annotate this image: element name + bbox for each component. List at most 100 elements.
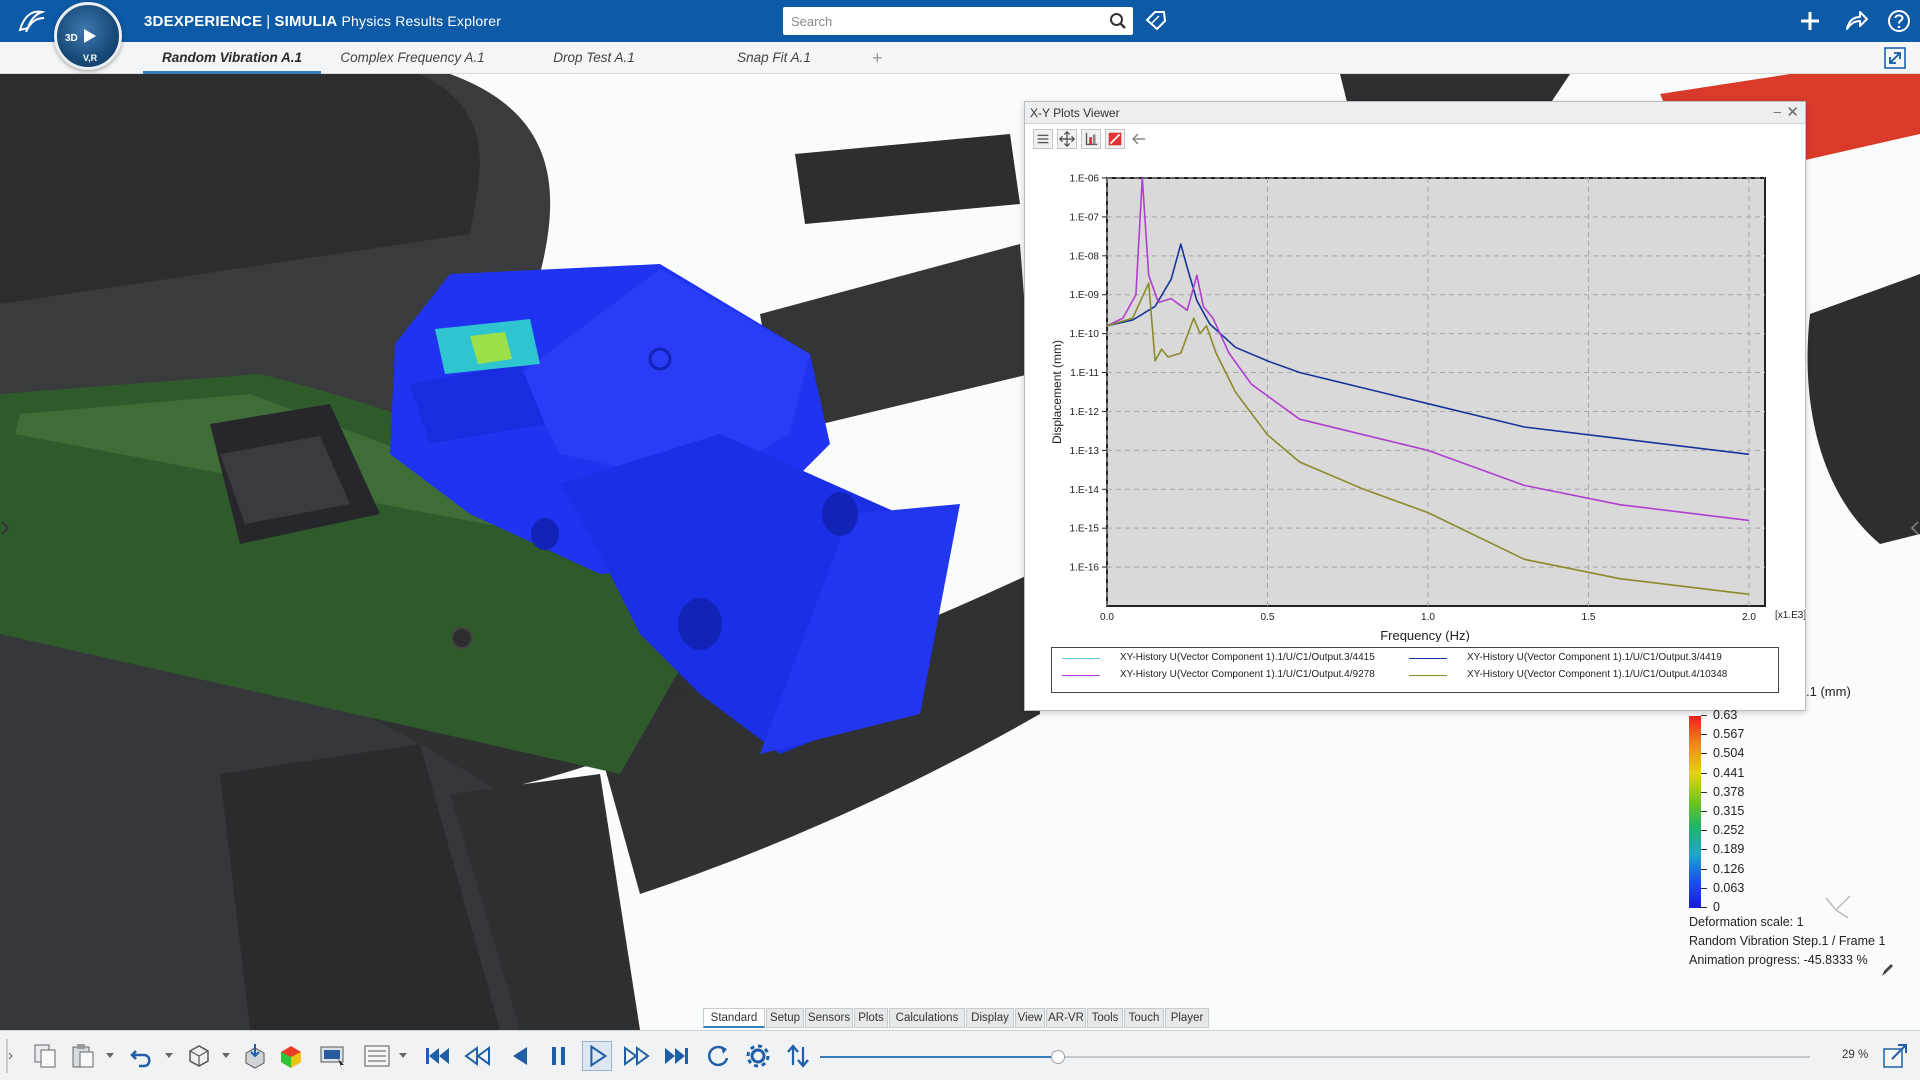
- compass-3d-label: 3D: [65, 33, 78, 44]
- axis-options-icon[interactable]: [1081, 129, 1101, 149]
- undo-icon[interactable]: [127, 1041, 157, 1071]
- xy-viewer-header[interactable]: X-Y Plots Viewer – ✕: [1025, 102, 1805, 124]
- tag-icon[interactable]: [1144, 9, 1168, 33]
- product-label: SIMULIA: [274, 13, 338, 30]
- tab-ar-vr[interactable]: AR-VR: [1046, 1008, 1086, 1028]
- paste-dropdown-icon[interactable]: [106, 1053, 114, 1058]
- animation-progress-slider[interactable]: [820, 1050, 1810, 1064]
- progress-handle[interactable]: [1050, 1050, 1065, 1064]
- y-tick-label: 1.E-15: [1070, 524, 1100, 535]
- export-icon[interactable]: [1880, 1041, 1910, 1071]
- compass-play-icon[interactable]: [84, 29, 96, 43]
- play-icon[interactable]: [582, 1041, 612, 1071]
- xy-viewer-title: X-Y Plots Viewer: [1030, 106, 1120, 120]
- pencil-icon[interactable]: [1880, 962, 1894, 978]
- search-input[interactable]: [791, 11, 1091, 31]
- progress-fill: [820, 1056, 1058, 1058]
- y-axis-label: Displacement (mm): [1050, 340, 1064, 444]
- jump-to-start-icon[interactable]: [422, 1041, 452, 1071]
- player-options-icon[interactable]: [783, 1041, 813, 1071]
- tab-snap-fit[interactable]: Snap Fit A.1: [716, 42, 832, 74]
- colorbar-tick-label: 0.126: [1700, 861, 1745, 876]
- tab-view[interactable]: View: [1015, 1008, 1045, 1028]
- drone-arm-right: [1807, 274, 1920, 544]
- loop-icon[interactable]: [703, 1041, 733, 1071]
- tab-calculations[interactable]: Calculations: [889, 1008, 965, 1028]
- rewind-icon[interactable]: [462, 1041, 492, 1071]
- back-arrow-icon[interactable]: [1129, 129, 1149, 149]
- contour-icon[interactable]: [276, 1041, 306, 1071]
- compass-widget[interactable]: 3D V,R: [54, 2, 122, 70]
- help-icon[interactable]: [1886, 8, 1912, 34]
- tab-tools[interactable]: Tools: [1087, 1008, 1123, 1028]
- chevron-right-icon[interactable]: [0, 518, 12, 538]
- x-tick-labels: 0.0 0.5 1.0 1.5 2.0: [1100, 612, 1756, 623]
- x-tick-label: 1.5: [1582, 612, 1596, 623]
- search-icon[interactable]: [1109, 12, 1127, 30]
- y-tick-label: 1.E-16: [1070, 563, 1100, 574]
- dassault-logo[interactable]: [14, 6, 48, 36]
- legend-swatch: [1062, 675, 1100, 676]
- jump-to-end-icon[interactable]: [662, 1041, 692, 1071]
- collapse-toolbar-icon[interactable]: [4, 1035, 14, 1077]
- tab-random-vibration[interactable]: Random Vibration A.1: [143, 42, 321, 74]
- x-multiplier-label: [x1.E3]: [1775, 610, 1805, 621]
- axis-triad-icon[interactable]: [1818, 886, 1858, 926]
- colorbar-tick-label: 0.252: [1700, 823, 1745, 838]
- document-tabs: Random Vibration A.1 Complex Frequency A…: [0, 42, 1920, 74]
- x-axis-label: Frequency (Hz): [1380, 628, 1470, 642]
- shape-icon[interactable]: [184, 1041, 214, 1071]
- list-dropdown-icon[interactable]: [399, 1053, 407, 1058]
- colorbar-tick-label: 0.063: [1700, 880, 1745, 895]
- result-unit-label: .1 (mm): [1806, 684, 1851, 699]
- add-icon[interactable]: [1797, 8, 1823, 34]
- copy-icon[interactable]: [30, 1041, 60, 1071]
- fit-all-icon[interactable]: [1057, 129, 1077, 149]
- plot-area: [1106, 177, 1766, 607]
- y-tick-label: 1.E-07: [1070, 212, 1100, 223]
- undo-dropdown-icon[interactable]: [165, 1053, 173, 1058]
- deformation-scale: Deformation scale: 1: [1689, 915, 1804, 929]
- shape-dropdown-icon[interactable]: [222, 1053, 230, 1058]
- tab-player[interactable]: Player: [1165, 1008, 1209, 1028]
- delete-plot-icon[interactable]: [1105, 129, 1125, 149]
- y-tick-label: 1.E-08: [1070, 251, 1100, 262]
- display-icon[interactable]: [318, 1041, 348, 1071]
- share-icon[interactable]: [1843, 8, 1869, 34]
- fullscreen-icon[interactable]: [1884, 47, 1906, 69]
- mounting-screw: [451, 627, 473, 649]
- legend-swatch: [1062, 658, 1100, 659]
- tab-display[interactable]: Display: [966, 1008, 1014, 1028]
- colorbar-tick-label: 0.567: [1700, 727, 1745, 742]
- save-icon[interactable]: [240, 1041, 270, 1071]
- minimize-button[interactable]: –: [1774, 104, 1781, 119]
- close-button[interactable]: ✕: [1786, 103, 1799, 121]
- x-tick-label: 2.0: [1742, 612, 1756, 623]
- tab-setup[interactable]: Setup: [766, 1008, 804, 1028]
- xy-plots-viewer[interactable]: X-Y Plots Viewer – ✕ 1.E-06 1.E-07 1.E-08 1…: [1024, 101, 1806, 711]
- tab-standard[interactable]: Standard: [703, 1008, 765, 1028]
- colorbar-tick-label: 0.378: [1700, 784, 1745, 799]
- xy-chart[interactable]: 1.E-06 1.E-07 1.E-08 1.E-09 1.E-10 1.E-11 1.E-…: [1025, 154, 1805, 643]
- player-settings-icon[interactable]: [743, 1041, 773, 1071]
- chevron-left-icon[interactable]: [1908, 518, 1920, 538]
- chart-legend: XY-History U(Vector Component 1).1/U/C1/…: [1051, 647, 1779, 693]
- step-back-icon[interactable]: [505, 1041, 535, 1071]
- tab-plots[interactable]: Plots: [854, 1008, 888, 1028]
- tab-drop-test[interactable]: Drop Test A.1: [530, 42, 658, 74]
- tab-touch[interactable]: Touch: [1124, 1008, 1164, 1028]
- legend-swatch: [1409, 675, 1447, 676]
- plot-list-icon[interactable]: [1033, 129, 1053, 149]
- add-tab-button[interactable]: +: [872, 48, 883, 69]
- bracket-hole-2: [822, 492, 858, 536]
- paste-icon[interactable]: [68, 1041, 98, 1071]
- fast-forward-icon[interactable]: [622, 1041, 652, 1071]
- tab-complex-frequency[interactable]: Complex Frequency A.1: [330, 42, 495, 74]
- y-tick-label: 1.E-14: [1070, 485, 1100, 496]
- step-frame: Random Vibration Step.1 / Frame 1: [1689, 934, 1886, 948]
- app-name: Physics Results Explorer: [341, 13, 502, 29]
- contour-color-bar[interactable]: [1689, 716, 1701, 908]
- pause-icon[interactable]: [544, 1041, 574, 1071]
- list-icon[interactable]: [362, 1041, 392, 1071]
- tab-sensors[interactable]: Sensors: [805, 1008, 853, 1028]
